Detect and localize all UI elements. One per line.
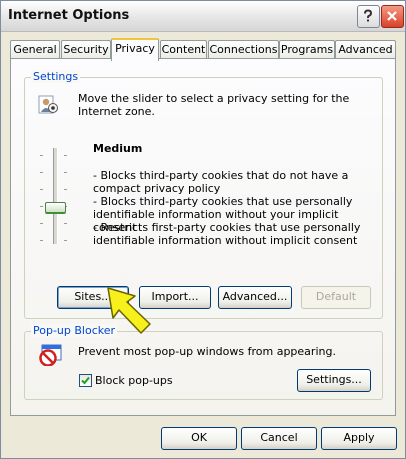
tab-general[interactable]: General	[10, 40, 60, 59]
popup-settings-button[interactable]: Settings...	[297, 369, 371, 392]
privacy-bullet-1: - Blocks third-party cookies that do not…	[93, 169, 349, 195]
help-button[interactable]	[357, 5, 380, 28]
popup-blocker-group: Pop-up Blocker Prevent most pop-up windo…	[24, 324, 383, 400]
slider-tick	[64, 189, 67, 190]
privacy-level-label: Medium	[93, 142, 143, 155]
tab-content[interactable]: Content	[160, 40, 207, 59]
slider-tick	[64, 172, 67, 173]
slider-tick	[40, 206, 43, 207]
apply-button[interactable]: Apply	[321, 427, 397, 450]
slider-tick	[64, 155, 67, 156]
close-button[interactable]	[381, 5, 404, 28]
checkmark-icon	[81, 376, 90, 385]
slider-tick	[40, 240, 43, 241]
privacy-slider[interactable]	[40, 148, 70, 244]
help-icon	[364, 9, 373, 22]
slider-track	[53, 148, 58, 244]
advanced-button[interactable]: Advanced...	[218, 286, 292, 309]
settings-intro-text: Move the slider to select a privacy sett…	[78, 92, 350, 118]
tab-security[interactable]: Security	[61, 40, 111, 59]
slider-tick	[64, 240, 67, 241]
slider-tick	[40, 172, 43, 173]
slider-tick	[40, 223, 43, 224]
privacy-icon	[38, 93, 60, 115]
close-icon	[387, 11, 397, 21]
block-popups-checkbox[interactable]	[79, 374, 92, 387]
popup-blocker-description: Prevent most pop-up windows from appeari…	[78, 345, 336, 358]
privacy-tab-panel: Settings Move the slider to select a pri…	[10, 58, 396, 416]
tab-strip: General Security Privacy Content Connect…	[10, 38, 396, 61]
tab-connections[interactable]: Connections	[208, 40, 279, 59]
slider-tick	[64, 223, 67, 224]
internet-options-window: Internet Options General Security Privac…	[0, 0, 406, 459]
cancel-button[interactable]: Cancel	[241, 427, 317, 450]
popup-blocker-icon	[39, 344, 63, 367]
tab-privacy[interactable]: Privacy	[111, 38, 159, 61]
privacy-bullet-3: - Restricts first-party cookies that use…	[93, 221, 361, 247]
title-bar[interactable]: Internet Options	[1, 1, 405, 32]
slider-tick	[40, 155, 43, 156]
settings-group-label: Settings	[31, 70, 81, 83]
ok-button[interactable]: OK	[161, 427, 237, 450]
settings-group: Settings Move the slider to select a pri…	[24, 70, 383, 319]
window-title: Internet Options	[8, 8, 130, 23]
tab-advanced[interactable]: Advanced	[335, 40, 396, 59]
tab-programs[interactable]: Programs	[279, 40, 335, 59]
default-button: Default	[301, 286, 371, 309]
yellow-arrow-icon	[107, 287, 151, 334]
block-popups-label[interactable]: Block pop-ups	[95, 374, 173, 387]
slider-thumb[interactable]	[45, 202, 66, 213]
slider-tick	[40, 189, 43, 190]
